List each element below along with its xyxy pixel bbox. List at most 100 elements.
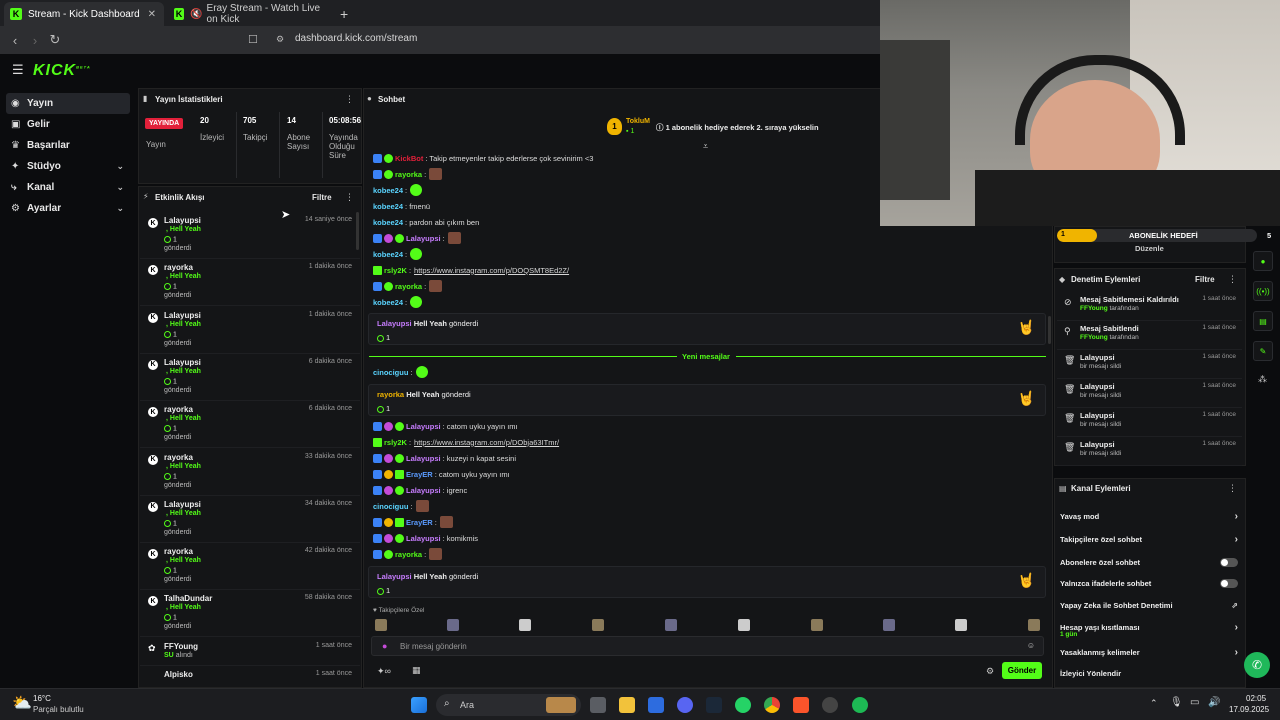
tab-stream-dashboard[interactable]: K Stream - Kick Dashboard ✕ xyxy=(4,2,164,26)
store-icon[interactable] xyxy=(648,697,664,713)
channel-action-item[interactable]: Yalnızca ifadelerle sohbet xyxy=(1060,574,1240,592)
chrome-icon[interactable] xyxy=(764,697,780,713)
sidebar-item-gelir[interactable]: ▣ Gelir xyxy=(6,114,130,135)
chat-username[interactable]: Lalayupsi xyxy=(406,486,441,495)
chat-input-box[interactable]: ● Bir mesaj gönderin ☺ xyxy=(371,636,1044,656)
chat-username[interactable]: kobee24 xyxy=(373,218,403,227)
rail-chat-button[interactable]: ● xyxy=(1253,251,1273,271)
sidebar-item-ayarlar[interactable]: ⚙ Ayarlar ⌄ xyxy=(6,198,130,219)
collapse-icon[interactable]: ⩡ xyxy=(703,141,708,152)
channel-action-item[interactable]: Yapay Zeka ile Sohbet Denetimi ⇗ xyxy=(1060,596,1240,614)
chat-username[interactable]: Lalayupsi xyxy=(406,534,441,543)
channel-action-item[interactable]: Takipçilere özel sohbet › xyxy=(1060,530,1240,548)
activity-row[interactable]: K Lalayupsi , Hell Yeah 1 gönderdi 6 dak… xyxy=(140,354,360,401)
spotify-icon[interactable] xyxy=(852,697,868,713)
url-text[interactable]: dashboard.kick.com/stream xyxy=(295,33,417,44)
emote-picker-item[interactable] xyxy=(592,619,604,631)
taskbar-search[interactable]: ⌕ Ara xyxy=(436,694,581,716)
activity-row[interactable]: K rayorka , Hell Yeah 1 gönderdi 33 daki… xyxy=(140,449,360,496)
more-options-icon[interactable]: ⋮ xyxy=(345,94,354,105)
chat-tools-icon[interactable]: ✦∞ xyxy=(377,666,391,677)
bookmark-icon[interactable]: ☐ xyxy=(248,33,258,46)
sidebar-item-studyo[interactable]: ✦ Stüdyo ⌄ xyxy=(6,156,130,177)
emote-picker-item[interactable] xyxy=(665,619,677,631)
weather-icon[interactable]: ⛅ xyxy=(12,693,32,713)
moderation-row[interactable]: 🗑 Lalayupsi bir mesajı sildi 1 saat önce xyxy=(1057,408,1242,437)
chat-username[interactable]: KickBot xyxy=(395,154,423,163)
moderation-row[interactable]: 🗑 Lalayupsi bir mesajı sildi 1 saat önce xyxy=(1057,379,1242,408)
menu-icon[interactable]: ☰ xyxy=(12,62,24,78)
activity-row[interactable]: K Lalayupsi , Hell Yeah 1 gönderdi 1 dak… xyxy=(140,307,360,354)
chat-username[interactable]: kobee24 xyxy=(373,250,403,259)
chat-username[interactable]: rsly2K xyxy=(384,266,407,275)
chat-username[interactable]: rayorka xyxy=(395,282,422,291)
chat-username[interactable]: rayorka xyxy=(395,550,422,559)
task-view-icon[interactable] xyxy=(590,697,606,713)
close-tab-icon[interactable]: ✕ xyxy=(148,9,156,20)
emote-picker-item[interactable] xyxy=(519,619,531,631)
activity-row[interactable]: K rayorka , Hell Yeah 1 gönderdi 42 daki… xyxy=(140,543,360,591)
back-icon[interactable]: ‹ xyxy=(5,33,25,48)
sidebar-item-kanal[interactable]: ⤷ Kanal ⌄ xyxy=(6,177,130,198)
apps-icon[interactable]: ⁂ xyxy=(1258,374,1267,385)
emote-picker-item[interactable] xyxy=(955,619,967,631)
activity-row[interactable]: K Lalayupsi , Hell Yeah 1 gönderdi 14 sa… xyxy=(140,212,360,259)
monitor-tray-icon[interactable]: ▭ xyxy=(1190,697,1199,708)
floating-chat-button[interactable]: ✆ xyxy=(1244,652,1270,678)
moderation-filter-button[interactable]: Filtre xyxy=(1195,275,1215,284)
activity-row-ffyoung[interactable]: ✿ FFYoung SU alındı 1 saat önce xyxy=(140,638,360,666)
volume-icon[interactable]: 🔊 xyxy=(1208,697,1220,708)
kick-logo[interactable]: KICKBETA xyxy=(33,62,91,80)
moderation-row[interactable]: 🗑 Lalayupsi bir mesajı sildi 1 saat önce xyxy=(1057,350,1242,379)
emote-picker-item[interactable] xyxy=(738,619,750,631)
channel-action-item[interactable]: Abonelere özel sohbet xyxy=(1060,553,1240,571)
emote-picker-item[interactable] xyxy=(1028,619,1040,631)
channel-action-item[interactable]: Yasaklanmış kelimeler › xyxy=(1060,643,1240,661)
new-tab-button[interactable]: + xyxy=(334,2,348,26)
chat-username[interactable]: Lalayupsi xyxy=(406,234,441,243)
chat-link[interactable]: https://www.instagram.com/p/DObja63ITmr/ xyxy=(414,438,559,447)
more-options-icon[interactable]: ⋮ xyxy=(1228,274,1237,285)
forward-icon[interactable]: › xyxy=(25,33,45,48)
channel-action-item[interactable]: Hesap yaşı kısıtlaması 1 gün › xyxy=(1060,618,1240,639)
channel-action-item[interactable]: Yavaş mod › xyxy=(1060,507,1240,525)
emote-picker-item[interactable] xyxy=(375,619,387,631)
activity-row[interactable]: K rayorka , Hell Yeah 1 gönderdi 1 dakik… xyxy=(140,259,360,307)
chat-username[interactable]: ErayER xyxy=(406,518,433,527)
emote-picker-item[interactable] xyxy=(447,619,459,631)
emote-picker-item[interactable] xyxy=(883,619,895,631)
pinned-user[interactable]: TokluM xyxy=(626,118,650,125)
emoji-icon[interactable]: ☺ xyxy=(1027,641,1035,650)
rail-broadcast-button[interactable]: ((•)) xyxy=(1253,281,1273,301)
sidebar-item-basarilar[interactable]: ♛ Başarılar xyxy=(6,135,130,156)
more-options-icon[interactable]: ⋮ xyxy=(1228,483,1237,494)
activity-row[interactable]: K TalhaDundar , Hell Yeah 1 gönderdi 58 … xyxy=(140,590,360,638)
chat-username[interactable]: kobee24 xyxy=(373,298,403,307)
activity-row[interactable]: K rayorka , Hell Yeah 1 gönderdi 6 dakik… xyxy=(140,401,360,449)
activity-scrollbar[interactable] xyxy=(356,212,359,250)
weather-temp[interactable]: 16°C xyxy=(33,694,51,703)
microphone-tray-icon[interactable]: 🎙 xyxy=(1170,697,1183,708)
weather-desc[interactable]: Parçalı bulutlu xyxy=(33,705,84,714)
chat-scrollbar[interactable] xyxy=(1048,316,1051,344)
toggle-switch[interactable] xyxy=(1220,557,1238,567)
activity-filter-button[interactable]: Filtre xyxy=(312,193,332,202)
microphone-icon[interactable]: ● xyxy=(382,641,387,651)
chat-settings-icon[interactable]: ⚙ xyxy=(986,666,994,677)
reload-icon[interactable]: ↻ xyxy=(45,32,65,48)
chat-username[interactable]: kobee24 xyxy=(373,186,403,195)
tab-eray-stream[interactable]: K 🔇 Eray Stream - Watch Live on Kick xyxy=(168,2,338,26)
sub-goal-edit-button[interactable]: Düzenle xyxy=(1135,244,1164,253)
site-info-icon[interactable]: ⚙ xyxy=(276,34,284,45)
chat-input-placeholder[interactable]: Bir mesaj gönderin xyxy=(400,642,467,651)
discord-icon[interactable] xyxy=(677,697,693,713)
calendar-icon[interactable]: ▦ xyxy=(412,665,421,676)
windows-start-icon[interactable] xyxy=(411,697,427,713)
clock-time[interactable]: 02:05 xyxy=(1246,694,1266,703)
rail-tools-button[interactable]: ✎ xyxy=(1253,341,1273,361)
chat-link[interactable]: https://www.instagram.com/p/DOQSMT8Ed2Z/ xyxy=(414,266,569,275)
steam-icon[interactable] xyxy=(706,697,722,713)
whatsapp-taskbar-icon[interactable] xyxy=(735,697,751,713)
brave-icon[interactable] xyxy=(793,697,809,713)
more-options-icon[interactable]: ⋮ xyxy=(345,192,354,203)
